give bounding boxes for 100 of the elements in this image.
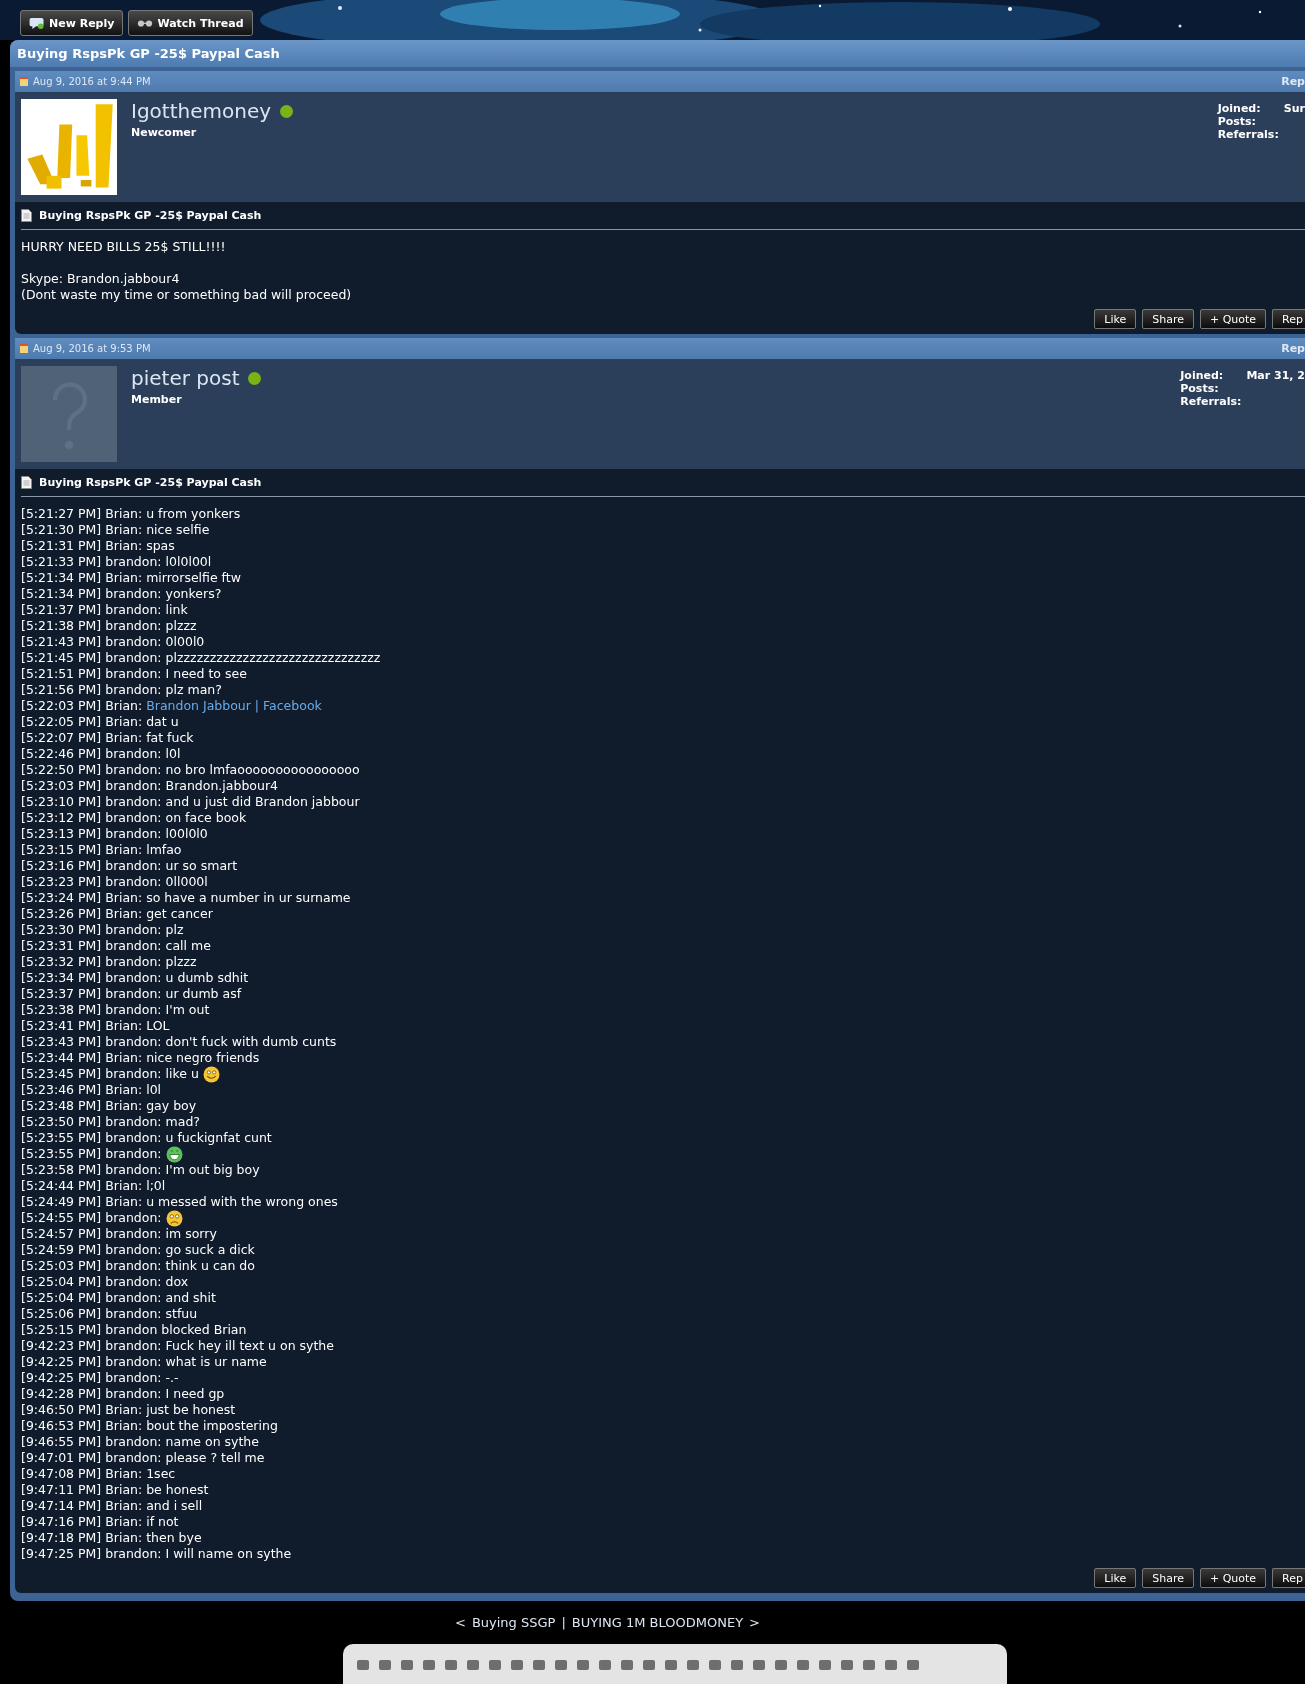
message-line: [5:25:04 PM] brandon: dox — [21, 1274, 189, 1290]
message-line: [9:46:53 PM] Brian: bout the impostering — [21, 1418, 278, 1434]
message-line: [5:25:06 PM] brandon: stfuu — [21, 1306, 198, 1322]
grin-icon — [165, 1145, 183, 1163]
post-action-button[interactable]: Rep — [1272, 309, 1305, 329]
message-line: [5:23:46 PM] Brian: l0l — [21, 1082, 162, 1098]
thread-title: Buying RspsPk GP -25$ Paypal Cash — [10, 40, 1305, 67]
post-action-button[interactable]: + Quote — [1199, 1568, 1267, 1588]
stat-label: Referrals: — [1217, 128, 1279, 141]
message-line: [5:23:34 PM] brandon: u dumb sdhit — [21, 970, 249, 986]
message-line: [5:21:37 PM] brandon: link — [21, 602, 188, 618]
message-line: [5:23:50 PM] brandon: mad? — [21, 1114, 200, 1130]
message-line: [5:23:03 PM] brandon: Brandon.jabbour4 — [21, 778, 278, 794]
message-line: [5:23:43 PM] brandon: don't fuck with dumb cunts — [21, 1034, 337, 1050]
message-line: [5:23:58 PM] brandon: I'm out big boy — [21, 1162, 260, 1178]
message-line: [9:42:28 PM] brandon: I need gp — [21, 1386, 225, 1402]
message-line: [5:24:44 PM] Brian: l;0l — [21, 1178, 166, 1194]
message-line: [5:23:30 PM] brandon: plz — [21, 922, 184, 938]
message-line: [5:25:04 PM] brandon: and shit — [21, 1290, 216, 1306]
post-icon — [20, 77, 28, 86]
message-line: [5:24:55 PM] brandon: — [21, 1210, 183, 1226]
message-line: [5:21:56 PM] brandon: plz man? — [21, 682, 222, 698]
message-line: [5:23:12 PM] brandon: on face book — [21, 810, 247, 826]
message-line: [9:47:08 PM] Brian: 1sec — [21, 1466, 176, 1482]
message-line: [5:23:44 PM] Brian: nice negro friends — [21, 1050, 260, 1066]
message-line: [5:24:59 PM] brandon: go suck a dick — [21, 1242, 255, 1258]
post-icon — [20, 344, 28, 353]
post-date: Aug 9, 2016 at 9:53 PM — [33, 343, 151, 354]
post-action-button[interactable]: Like — [1094, 1568, 1137, 1588]
message-line: [5:21:30 PM] Brian: nice selfie — [21, 522, 210, 538]
message-title: Buying RspsPk GP -25$ Paypal Cash — [39, 209, 262, 222]
message-line: [5:22:07 PM] Brian: fat fuck — [21, 730, 194, 746]
message-line: [5:21:51 PM] brandon: I need to see — [21, 666, 247, 682]
message-line: [5:21:27 PM] Brian: u from yonkers — [21, 506, 241, 522]
message-line: [5:23:15 PM] Brian: lmfao — [21, 842, 182, 858]
message-line: [9:46:55 PM] brandon: name on sythe — [21, 1434, 259, 1450]
stat-label: Posts: — [1180, 382, 1220, 395]
post-action-button[interactable]: Rep — [1272, 1568, 1305, 1588]
previous-thread-link[interactable]: Buying SSGP — [471, 1615, 556, 1630]
message-line: [5:25:03 PM] brandon: think u can do — [21, 1258, 255, 1274]
message-line: [5:23:32 PM] brandon: plzzz — [21, 954, 197, 970]
message-line: [5:21:34 PM] Brian: mirrorselfie ftw — [21, 570, 241, 586]
message-line: [5:23:10 PM] brandon: and u just did Brandon jabbour — [21, 794, 360, 810]
message-line: [5:23:55 PM] brandon: u fuckignfat cunt — [21, 1130, 272, 1146]
message-line: [9:42:25 PM] brandon: -.- — [21, 1370, 179, 1386]
message-line: [5:21:34 PM] brandon: yonkers? — [21, 586, 222, 602]
document-icon — [21, 476, 32, 489]
message-line: [5:21:38 PM] brandon: plzzz — [21, 618, 197, 634]
message-line: [9:46:50 PM] Brian: just be honest — [21, 1402, 236, 1418]
username[interactable]: Igotthemoney — [131, 99, 272, 123]
stat-value: Mar 31, 2 — [1246, 369, 1305, 382]
message-line: [5:22:46 PM] brandon: l0l — [21, 746, 181, 762]
smiley-icon — [202, 1065, 220, 1083]
message-line: [5:21:31 PM] Brian: spas — [21, 538, 175, 554]
message-line: [5:22:03 PM] Brian: Brandon Jabbour | Facebook — [21, 698, 322, 714]
next-thread-link[interactable]: BUYING 1M BLOODMONEY — [571, 1615, 744, 1630]
toolbar-button[interactable]: New Reply — [20, 10, 124, 36]
message-line: HURRY NEED BILLS 25$ STILL!!!! — [21, 239, 226, 255]
post-action-button[interactable]: + Quote — [1199, 309, 1267, 329]
message-line: [5:21:43 PM] brandon: 0l00l0 — [21, 634, 205, 650]
stat-value: Sur — [1283, 102, 1305, 115]
message-line: [9:47:14 PM] Brian: and i sell — [21, 1498, 203, 1514]
message-line: [5:24:49 PM] Brian: u messed with the wrong ones — [21, 1194, 338, 1210]
speech-bubble-icon — [29, 16, 45, 30]
message-line: [9:42:25 PM] brandon: what is ur name — [21, 1354, 267, 1370]
message-line: [5:23:41 PM] Brian: LOL — [21, 1018, 170, 1034]
message-line: [5:24:57 PM] brandon: im sorry — [21, 1226, 217, 1242]
message-line: [5:23:37 PM] brandon: ur dumb asf — [21, 986, 242, 1002]
thread-nav-mark: > — [749, 1615, 760, 1630]
message-line: Skype: Brandon.jabbour4 — [21, 271, 180, 287]
default-avatar-icon — [21, 366, 117, 462]
message-line: [9:47:01 PM] brandon: please ? tell me — [21, 1450, 265, 1466]
user-rank: Member — [131, 393, 182, 406]
message-line: [5:25:15 PM] brandon blocked Brian — [21, 1322, 247, 1338]
message-line: [5:21:33 PM] brandon: l0l0l00l — [21, 554, 212, 570]
toolbar-button[interactable]: Watch Thread — [128, 10, 253, 36]
message-line: [5:23:45 PM] brandon: like u — [21, 1066, 220, 1082]
thread-nav-mark: < — [455, 1615, 466, 1630]
message-line: [9:47:16 PM] Brian: if not — [21, 1514, 179, 1530]
sad-face-icon — [165, 1209, 183, 1227]
message-line: [5:23:38 PM] brandon: I'm out — [21, 1002, 210, 1018]
message-line: [5:23:16 PM] brandon: ur so smart — [21, 858, 238, 874]
message-line: [5:21:45 PM] brandon: plzzzzzzzzzzzzzzzzzzzzzzzzzzzzzzz — [21, 650, 381, 666]
username[interactable]: pieter post — [131, 366, 240, 390]
post-action-button[interactable]: Share — [1142, 1568, 1194, 1588]
stat-label: Joined: — [1180, 369, 1225, 382]
post-action-button[interactable]: Share — [1142, 309, 1194, 329]
message-line: (Dont waste my time or something bad will proceed) — [21, 287, 352, 303]
message-line: [5:23:26 PM] Brian: get cancer — [21, 906, 213, 922]
message-line: [5:23:24 PM] Brian: so have a number in ur surname — [21, 890, 351, 906]
message-line: [9:47:11 PM] Brian: be honest — [21, 1482, 209, 1498]
message-title: Buying RspsPk GP -25$ Paypal Cash — [39, 476, 262, 489]
message-line: [5:23:48 PM] Brian: gay boy — [21, 1098, 197, 1114]
message-line: [5:23:23 PM] brandon: 0ll000l — [21, 874, 208, 890]
document-icon — [21, 209, 32, 222]
message-line: [5:22:50 PM] brandon: no bro lmfaoooooooooooooooo — [21, 762, 360, 778]
stat-label: Posts: — [1217, 115, 1257, 128]
facebook-link[interactable]: Brandon Jabbour | Facebook — [146, 698, 322, 714]
post-date: Aug 9, 2016 at 9:44 PM — [33, 76, 151, 87]
post-action-button[interactable]: Like — [1094, 309, 1137, 329]
